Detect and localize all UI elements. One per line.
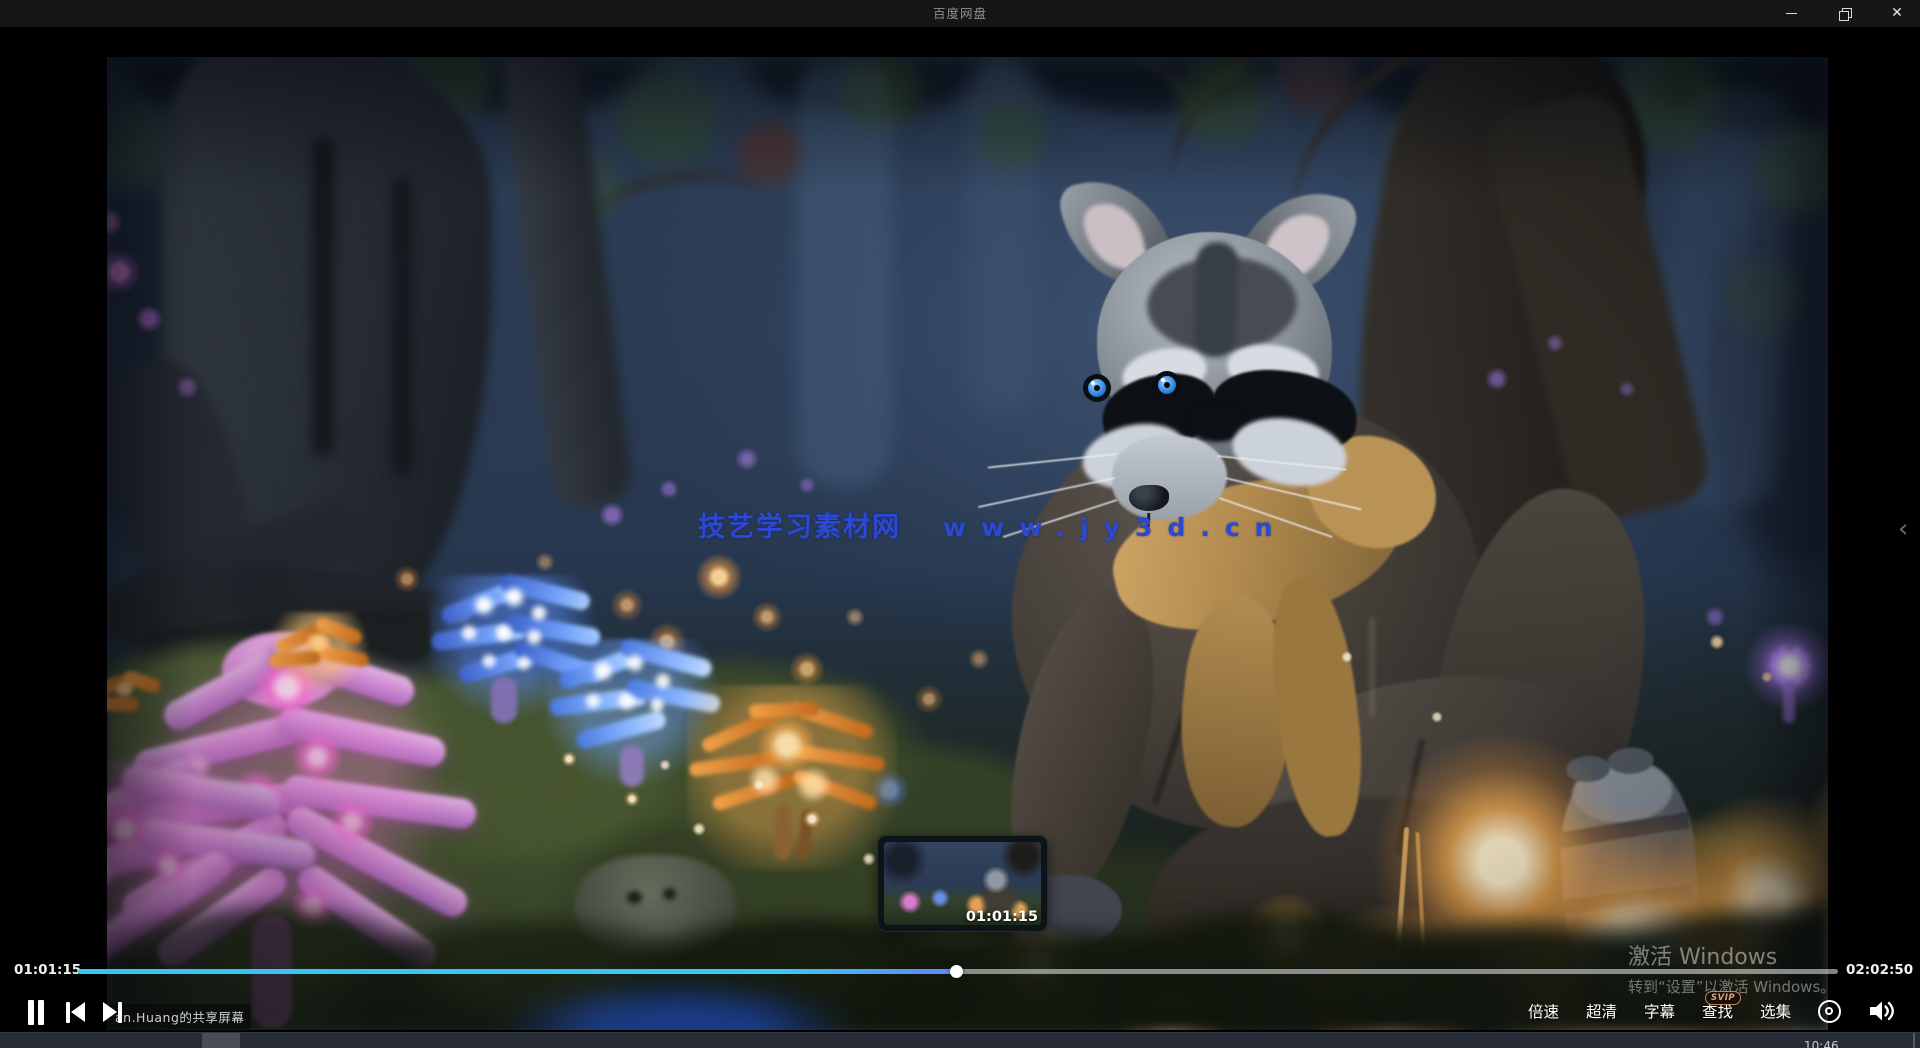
minimize-icon [1786,13,1797,15]
close-icon: ✕ [1891,0,1903,27]
title-bar: 百度网盘 [0,0,1920,27]
window-title: 百度网盘 [0,0,1920,27]
pause-button[interactable] [28,1000,46,1025]
restore-icon [1839,8,1851,20]
app-window: 技艺学习素材网 www.jy3d.cn 01:01:15 01:01:15 02… [0,0,1920,1048]
total-time: 02:02:50 [1846,962,1913,978]
svip-badge: SVIP [1705,991,1741,1005]
panel-toggle-chevron[interactable]: ‹ [1898,514,1908,544]
volume-icon [1868,999,1895,1023]
taskbar-strip: 10:46 [0,1032,1920,1048]
menu-episodes[interactable]: 选集 [1760,1000,1791,1022]
previous-icon [66,1002,70,1023]
seek-preview-time: 01:01:15 [966,909,1038,925]
volume-button[interactable] [1868,999,1895,1023]
menu-subtitles[interactable]: 字幕 [1644,1000,1675,1022]
progress-played [78,969,956,974]
menu-quality[interactable]: 超清 [1586,1000,1617,1022]
taskbar-divider [1913,1033,1915,1048]
site-watermark: 技艺学习素材网 www.jy3d.cn [698,505,1287,544]
menu-speed[interactable]: 倍速 [1528,1000,1559,1022]
minimize-button[interactable] [1768,0,1814,27]
seek-preview-thumbnail: 01:01:15 [877,835,1048,932]
record-target-icon[interactable] [1818,1000,1841,1023]
progress-bar[interactable] [78,969,1838,974]
taskbar-clock: 10:46 [1804,1039,1839,1048]
current-time: 01:01:15 [14,962,81,978]
pause-icon [28,1000,34,1025]
next-icon [103,1002,117,1022]
screen-share-banner: an.Huang的共享屏幕 [108,1004,251,1029]
taskbar-app-button[interactable] [202,1033,240,1048]
previous-button[interactable] [66,1002,86,1023]
site-watermark-url: www.jy3d.cn [943,513,1287,542]
close-button[interactable]: ✕ [1874,0,1920,27]
site-watermark-name: 技艺学习素材网 [698,505,901,544]
restore-button[interactable] [1822,0,1868,27]
next-button[interactable] [103,1002,123,1023]
